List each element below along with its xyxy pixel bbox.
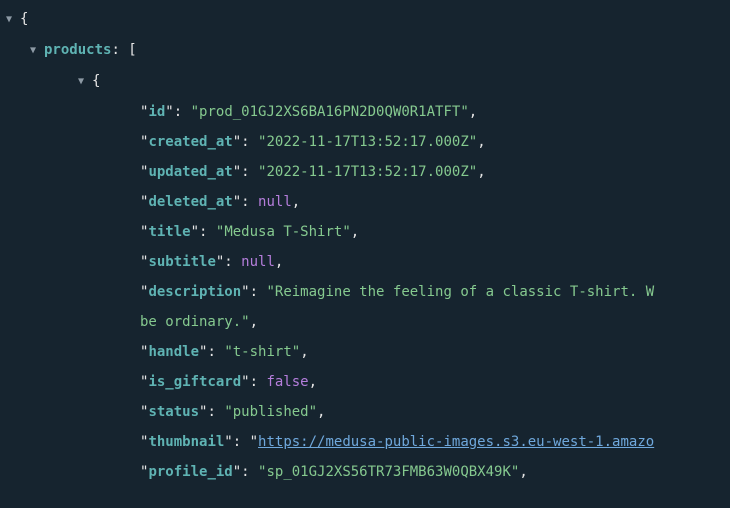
field-title: "title": "Medusa T-Shirt", bbox=[0, 217, 730, 247]
json-value: null bbox=[241, 254, 275, 270]
json-value: "sp_01GJ2XS56TR73FMB63W0QBX49K" bbox=[258, 464, 519, 480]
field-created-at: "created_at": "2022-11-17T13:52:17.000Z"… bbox=[0, 127, 730, 157]
field-handle: "handle": "t-shirt", bbox=[0, 337, 730, 367]
field-subtitle: "subtitle": null, bbox=[0, 247, 730, 277]
chevron-down-icon[interactable]: ▼ bbox=[30, 36, 44, 66]
products-key-line: ▼products: [ bbox=[0, 35, 730, 66]
json-value: "Reimagine the feeling of a classic T-sh… bbox=[266, 284, 654, 300]
json-value: null bbox=[258, 194, 292, 210]
json-value: "Medusa T-Shirt" bbox=[216, 224, 351, 240]
chevron-down-icon[interactable]: ▼ bbox=[6, 5, 20, 35]
thumbnail-link[interactable]: https://medusa-public-images.s3.eu-west-… bbox=[258, 434, 654, 450]
field-description: "description": "Reimagine the feeling of… bbox=[0, 277, 730, 307]
field-id: "id": "prod_01GJ2XS6BA16PN2D0QW0R1ATFT", bbox=[0, 97, 730, 127]
json-value: "2022-11-17T13:52:17.000Z" bbox=[258, 164, 477, 180]
json-value: "prod_01GJ2XS6BA16PN2D0QW0R1ATFT" bbox=[191, 104, 469, 120]
field-thumbnail: "thumbnail": "https://medusa-public-imag… bbox=[0, 427, 730, 457]
json-value: false bbox=[266, 374, 308, 390]
root-open: ▼{ bbox=[0, 4, 730, 35]
json-key: products bbox=[44, 42, 111, 58]
json-value: be ordinary." bbox=[140, 314, 250, 330]
field-status: "status": "published", bbox=[0, 397, 730, 427]
json-value: "t-shirt" bbox=[224, 344, 300, 360]
chevron-down-icon[interactable]: ▼ bbox=[78, 67, 92, 97]
json-value: "2022-11-17T13:52:17.000Z" bbox=[258, 134, 477, 150]
json-viewer: ▼{ ▼products: [ ▼{ "id": "prod_01GJ2XS6B… bbox=[0, 0, 730, 487]
field-deleted-at: "deleted_at": null, bbox=[0, 187, 730, 217]
field-is-giftcard: "is_giftcard": false, bbox=[0, 367, 730, 397]
array-item-open: ▼{ bbox=[0, 66, 730, 97]
field-description-cont: be ordinary.", bbox=[0, 307, 730, 337]
field-profile-id: "profile_id": "sp_01GJ2XS56TR73FMB63W0QB… bbox=[0, 457, 730, 487]
json-value: "published" bbox=[224, 404, 317, 420]
field-updated-at: "updated_at": "2022-11-17T13:52:17.000Z"… bbox=[0, 157, 730, 187]
